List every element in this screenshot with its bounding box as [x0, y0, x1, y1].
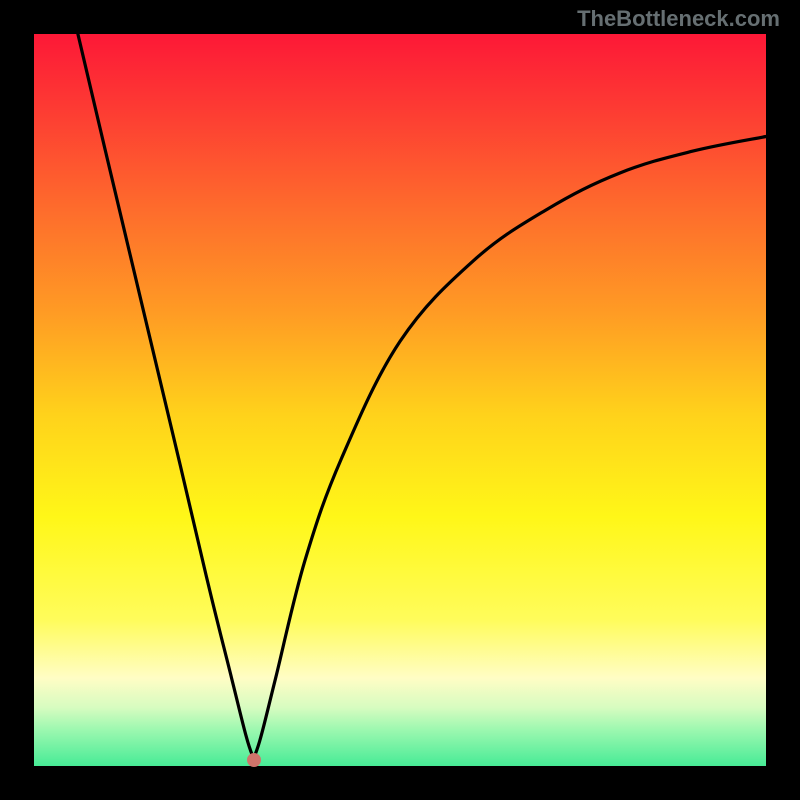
minimum-marker: [247, 753, 261, 767]
attribution-text: TheBottleneck.com: [577, 6, 780, 32]
curve-path: [78, 34, 766, 759]
chart-stage: TheBottleneck.com: [0, 0, 800, 800]
plot-area: [34, 34, 766, 766]
bottleneck-curve: [34, 34, 766, 766]
